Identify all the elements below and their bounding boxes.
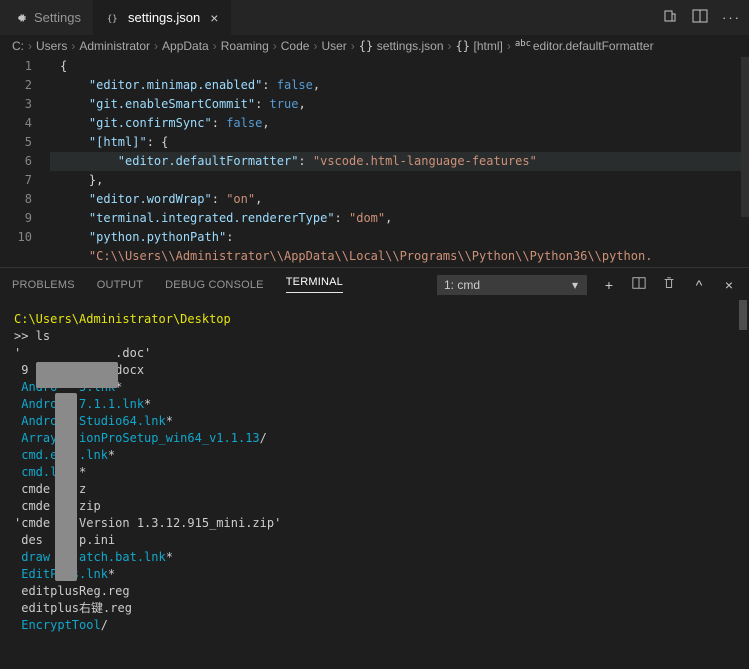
crumb[interactable]: Roaming: [221, 39, 269, 53]
terminal[interactable]: C:\Users\Administrator\Desktop>> ls' .do…: [0, 301, 749, 669]
tab-settings-json[interactable]: {} settings.json ×: [94, 0, 231, 35]
crumb[interactable]: Administrator: [79, 39, 150, 53]
tab-settings[interactable]: Settings: [0, 0, 94, 35]
string-icon: abc: [515, 39, 529, 53]
new-terminal-icon[interactable]: +: [601, 277, 617, 293]
split-editor-icon[interactable]: [692, 8, 708, 27]
minimap-slider[interactable]: [741, 57, 749, 217]
crumb[interactable]: Users: [36, 39, 67, 53]
braces-icon: {}: [456, 39, 470, 53]
panel-tab-output[interactable]: OUTPUT: [97, 279, 143, 291]
json-icon: {}: [359, 39, 373, 53]
more-icon[interactable]: ···: [722, 10, 741, 25]
close-panel-icon[interactable]: ×: [721, 277, 737, 293]
code-area[interactable]: { "editor.minimap.enabled": false, "git.…: [50, 57, 749, 267]
open-settings-json-icon[interactable]: [662, 8, 678, 27]
svg-text:{}: {}: [107, 14, 118, 24]
terminal-select[interactable]: 1: cmd: [437, 275, 587, 295]
tab-label: Settings: [34, 10, 81, 25]
panel-tab-problems[interactable]: PROBLEMS: [12, 279, 75, 291]
crumb[interactable]: C:: [12, 39, 24, 53]
editor[interactable]: 12345678910 { "editor.minimap.enabled": …: [0, 57, 749, 267]
split-terminal-icon[interactable]: [631, 276, 647, 293]
settings-icon: [12, 10, 28, 26]
redacted-region: [55, 393, 77, 581]
crumb[interactable]: [html]: [474, 39, 503, 53]
crumb[interactable]: AppData: [162, 39, 209, 53]
crumb[interactable]: Code: [281, 39, 310, 53]
maximize-panel-icon[interactable]: ^: [691, 277, 707, 293]
json-icon: {}: [106, 10, 122, 26]
panel-tabs: PROBLEMS OUTPUT DEBUG CONSOLE TERMINAL 1…: [0, 268, 749, 301]
tab-bar: Settings {} settings.json × ···: [0, 0, 749, 35]
panel-controls: 1: cmd + ^ ×: [437, 275, 737, 295]
panel-tab-terminal[interactable]: TERMINAL: [286, 276, 343, 293]
crumb[interactable]: settings.json: [377, 39, 444, 53]
crumb[interactable]: User: [321, 39, 346, 53]
panel-tab-debug[interactable]: DEBUG CONSOLE: [165, 279, 264, 291]
crumb[interactable]: editor.defaultFormatter: [533, 39, 654, 53]
tab-label: settings.json: [128, 10, 200, 25]
kill-terminal-icon[interactable]: [661, 276, 677, 293]
tab-actions: ···: [662, 0, 749, 35]
terminal-scrollbar[interactable]: [739, 300, 747, 330]
redacted-region: [36, 362, 118, 388]
terminal-select-value: 1: cmd: [444, 278, 480, 292]
panel: PROBLEMS OUTPUT DEBUG CONSOLE TERMINAL 1…: [0, 267, 749, 669]
close-icon[interactable]: ×: [210, 10, 218, 26]
gutter: 12345678910: [0, 57, 50, 267]
breadcrumb: C:› Users› Administrator› AppData› Roami…: [0, 35, 749, 57]
